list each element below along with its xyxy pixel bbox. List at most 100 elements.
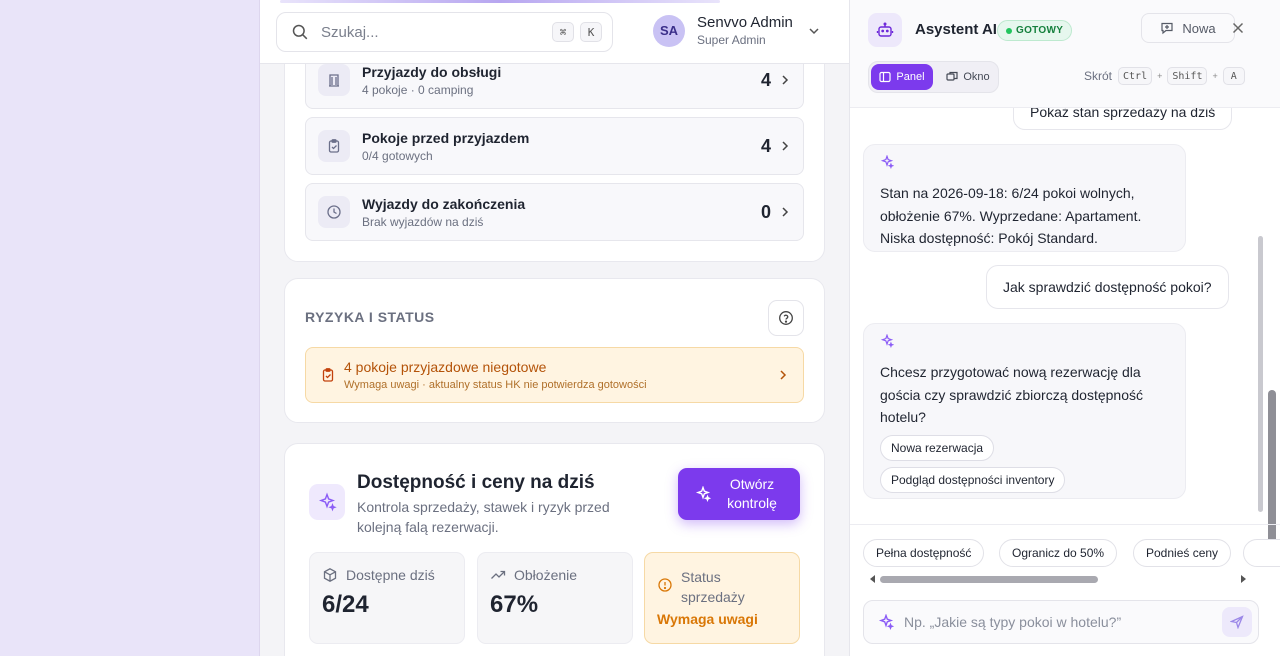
sparkle-icon (309, 484, 345, 520)
shortcut-key: A (1222, 67, 1245, 85)
open-control-button[interactable]: Otwórz kontrolę (678, 468, 800, 520)
alert-subtitle: Wymaga uwagi · aktualny status HK nie po… (344, 379, 647, 391)
chat-input[interactable]: Np. „Jakie są typy pokoi w hotelu?” (863, 600, 1259, 644)
search-placeholder: Szukaj... (321, 23, 379, 41)
mode-panel-button[interactable]: Panel (871, 64, 933, 90)
shortcut-plus: + (1212, 71, 1218, 81)
ops-row-title: Wyjazdy do zakończenia (362, 195, 526, 212)
stat-occupancy: Obłożenie 67% (477, 552, 633, 644)
sparkle-icon (878, 614, 894, 630)
mode-window-button[interactable]: Okno (939, 64, 997, 90)
ops-row-count: 4 (760, 135, 771, 156)
ops-row-count: 4 (760, 69, 771, 90)
ops-row-subtitle: 0/4 gotowych (362, 148, 433, 163)
open-control-label: Otwórz kontrolę (727, 476, 777, 511)
mode-window-label: Okno (963, 71, 990, 83)
user-name: Senvvo Admin (697, 14, 793, 31)
box-icon (323, 568, 337, 582)
chat-messages: Pokaż stan sprzedaży na dziś Stan na 202… (850, 108, 1280, 524)
stat-value: 6/24 (322, 591, 369, 618)
mode-toggle: Panel Okno (868, 61, 999, 93)
shortcut-hint: Skrót Ctrl + Shift + A (1084, 67, 1245, 85)
shortcut-key: K (580, 22, 602, 42)
stat-sales-status: Status sprzedaży Wymaga uwagi (644, 552, 800, 644)
left-background-strip (0, 0, 260, 656)
assistant-message-text: Stan na 2026-09-18: 6/24 pokoi wolnych, … (880, 185, 1142, 246)
risks-card: RYZYKA I STATUS 4 pokoje przyjazdowe nie… (284, 278, 825, 423)
ops-row-subtitle: 4 pokoje · 0 camping (362, 82, 474, 97)
suggestion-chip-new-reservation[interactable]: Nowa rezerwacja (880, 434, 995, 461)
shortcut-label: Skrót (1084, 69, 1113, 83)
stat-label: Status sprzedaży (681, 569, 745, 605)
quick-action-more[interactable] (1243, 539, 1280, 567)
building-icon (318, 64, 350, 96)
shortcut-key: ⌘ (552, 22, 574, 42)
user-message: Jak sprawdzić dostępność pokoi? (986, 265, 1229, 309)
scroll-right-icon[interactable] (1241, 575, 1246, 583)
chat-scrollbar-thumb[interactable] (1258, 236, 1263, 512)
user-role: Super Admin (697, 33, 766, 47)
quick-actions: Pełna dostępność Ogranicz do 50% Podnieś… (850, 524, 1280, 586)
ops-row-title: Pokoje przed przyjazdem (362, 129, 530, 146)
ai-assistant-panel: Asystent AI GOTOWY Nowa Panel Okno Skrót… (849, 0, 1280, 656)
ops-row-title: Przyjazdy do obsługi (362, 63, 502, 80)
clock-icon (318, 196, 350, 228)
quick-action-raise-prices[interactable]: Podnieś ceny (1133, 539, 1232, 567)
shortcut-key: Shift (1167, 67, 1208, 85)
clipboard-check-icon (318, 130, 350, 162)
assistant-message: Chcesz przygotować nową rezerwację dla g… (863, 323, 1186, 499)
help-button[interactable] (768, 300, 804, 336)
new-chat-label: Nowa (1182, 20, 1216, 36)
trend-up-icon (491, 570, 506, 579)
user-message: Pokaż stan sprzedaży na dziś (1013, 108, 1233, 130)
assistant-title: Asystent AI (915, 21, 997, 38)
stat-value: Wymaga uwagi (657, 611, 758, 627)
suggestion-chip-inventory[interactable]: Podgląd dostępności inventory (880, 466, 1066, 493)
clipboard-alert-icon (322, 368, 334, 382)
quick-actions-scrollbar-thumb[interactable] (880, 576, 1098, 583)
stat-available-today: Dostępne dziś 6/24 (309, 552, 465, 644)
stat-label: Dostępne dziś (346, 567, 435, 583)
assistant-message-text: Chcesz przygotować nową rezerwację dla g… (880, 364, 1144, 425)
new-chat-button[interactable]: Nowa (1141, 13, 1235, 43)
quick-action-limit-50[interactable]: Ogranicz do 50% (999, 539, 1118, 567)
window-icon (946, 71, 958, 81)
close-icon (1232, 22, 1244, 34)
quick-action-full-availability[interactable]: Pełna dostępność (863, 539, 985, 567)
bot-icon (868, 13, 902, 47)
shortcut-key: Ctrl (1118, 67, 1153, 85)
chat-input-placeholder: Np. „Jakie są typy pokoi w hotelu?” (904, 614, 1122, 630)
ops-row-count: 0 (760, 201, 771, 222)
close-button[interactable] (1223, 13, 1253, 43)
sparkle-icon (695, 486, 711, 502)
sparkle-icon (880, 333, 895, 349)
availability-title: Dostępność i ceny na dziś (357, 472, 595, 493)
chat-scrollbar[interactable] (1258, 108, 1263, 514)
risks-title: RYZYKA I STATUS (305, 309, 435, 325)
help-circle-icon (779, 311, 793, 325)
avatar: SA (653, 14, 685, 47)
assistant-header: Asystent AI GOTOWY Nowa Panel Okno Skrót… (850, 0, 1280, 108)
chevron-right-icon (782, 75, 789, 85)
ops-row-departures[interactable]: Wyjazdy do zakończenia Brak wyjazdów na … (305, 183, 804, 241)
chevron-right-icon (782, 207, 789, 217)
sparkle-icon (880, 154, 895, 170)
quick-actions-scrollbar[interactable] (870, 575, 1246, 583)
mode-panel-label: Panel (896, 71, 925, 83)
search-input[interactable]: Szukaj... ⌘ K (276, 12, 613, 52)
message-plus-icon (1161, 22, 1173, 35)
topbar: Szukaj... ⌘ K SA Senvvo Admin Super Admi… (260, 0, 849, 64)
scroll-left-icon[interactable] (870, 575, 875, 583)
stat-value: 67% (490, 591, 539, 618)
send-icon (1230, 615, 1244, 629)
send-button[interactable] (1222, 607, 1252, 637)
alert-rooms-not-ready[interactable]: 4 pokoje przyjazdowe niegotowe Wymaga uw… (305, 347, 804, 403)
search-icon (292, 24, 308, 40)
alert-title: 4 pokoje przyjazdowe niegotowe (344, 359, 547, 375)
stat-label: Obłożenie (514, 567, 578, 583)
ops-row-rooms[interactable]: Pokoje przed przyjazdem 0/4 gotowych 4 (305, 117, 804, 175)
assistant-message: Stan na 2026-09-18: 6/24 pokoi wolnych, … (863, 144, 1186, 252)
panel-icon (879, 71, 892, 83)
ops-row-subtitle: Brak wyjazdów na dziś (362, 214, 484, 229)
user-menu[interactable]: SA Senvvo Admin Super Admin (653, 14, 821, 47)
